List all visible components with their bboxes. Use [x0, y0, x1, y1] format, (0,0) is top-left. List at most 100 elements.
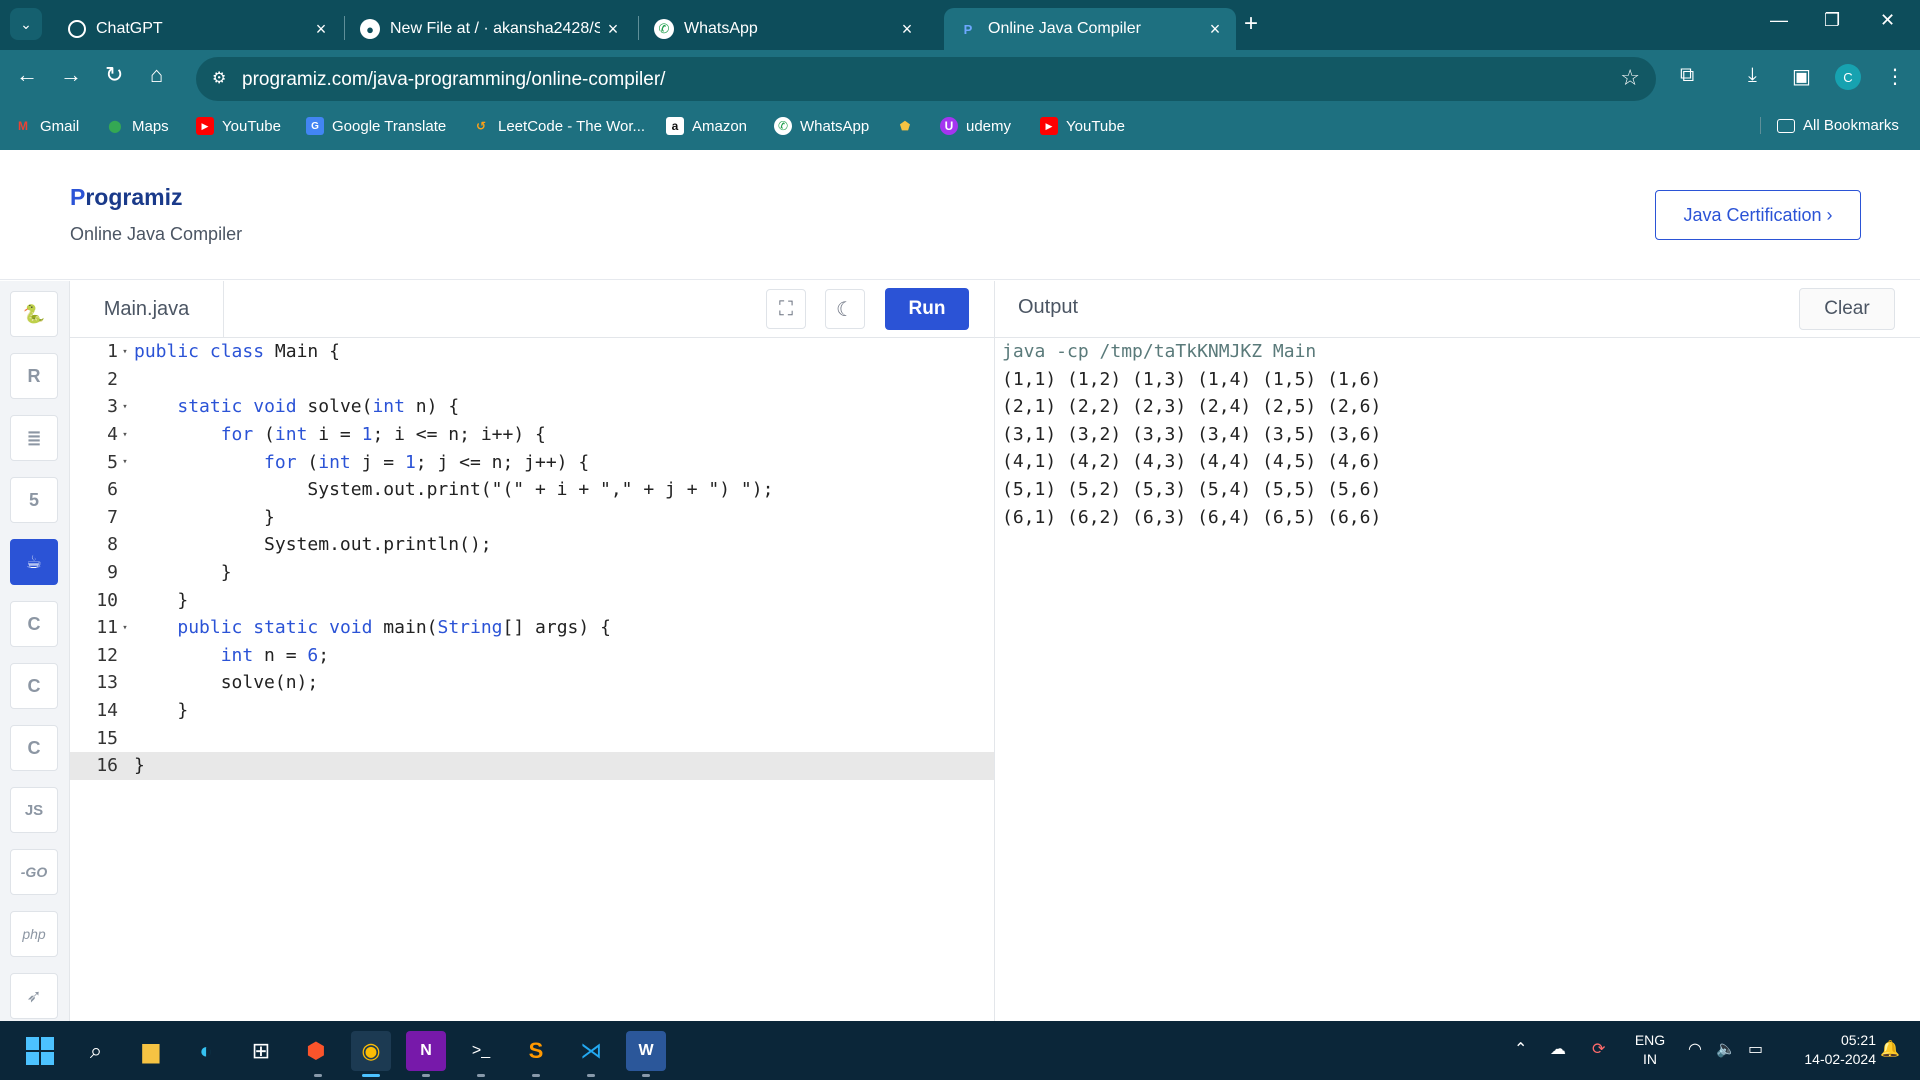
bookmark-google-translate[interactable]: G Google Translate: [306, 117, 446, 135]
volume-icon[interactable]: 🔈: [1716, 1039, 1736, 1059]
tab-chatgpt[interactable]: ChatGPT ×: [54, 8, 342, 50]
bookmark-label: YouTube: [222, 117, 281, 135]
line-number: 3: [107, 396, 118, 418]
fold-arrow-icon[interactable]: ▾: [118, 457, 132, 467]
edge-browser-icon[interactable]: ◐: [186, 1031, 226, 1071]
tab-search-button[interactable]: ⌄: [10, 8, 42, 40]
word-icon[interactable]: W: [626, 1031, 666, 1071]
javascript-icon[interactable]: JS: [10, 787, 58, 833]
tab-separator: [638, 16, 639, 40]
minimize-button[interactable]: —: [1770, 10, 1788, 31]
bookmark-maps[interactable]: ⬤ Maps: [106, 117, 168, 135]
restore-button[interactable]: ❐: [1824, 10, 1840, 31]
swift-icon[interactable]: ➶: [10, 973, 58, 1019]
shield-icon: ⬟: [899, 119, 911, 133]
fold-arrow-icon[interactable]: ▾: [118, 402, 132, 412]
battery-icon[interactable]: ▭: [1748, 1039, 1763, 1059]
bookmark-youtube[interactable]: ▶ YouTube: [196, 117, 281, 135]
bookmark-star-icon[interactable]: ☆: [1620, 65, 1640, 91]
tab-title: WhatsApp: [684, 20, 758, 37]
close-icon[interactable]: ×: [1202, 19, 1228, 40]
bookmark-amazon[interactable]: a Amazon: [666, 117, 747, 135]
bookmark-gmail[interactable]: M Gmail: [14, 117, 79, 135]
fold-arrow-icon[interactable]: ▾: [118, 347, 132, 357]
reload-icon[interactable]: ↻: [105, 62, 123, 88]
cpp-icon[interactable]: C: [10, 663, 58, 709]
vscode-icon[interactable]: ⋊: [571, 1031, 611, 1071]
file-explorer-icon[interactable]: ▆: [131, 1031, 171, 1071]
sync-icon[interactable]: ⟳: [1592, 1039, 1605, 1059]
clock[interactable]: 05:21 14-02-2024: [1780, 1031, 1876, 1069]
terminal-icon[interactable]: >_: [461, 1031, 501, 1071]
line-number: 16: [96, 755, 118, 777]
chrome-icon[interactable]: ◉: [351, 1031, 391, 1071]
extensions-icon[interactable]: ⧉: [1680, 64, 1694, 87]
bookmark-shield[interactable]: ⬟: [896, 117, 922, 135]
php-icon[interactable]: php: [10, 911, 58, 957]
dark-mode-moon-icon[interactable]: ☾: [825, 289, 865, 329]
bookmark-leetcode[interactable]: ↺ LeetCode - The Wor...: [472, 117, 645, 135]
site-info-icon[interactable]: ⚙: [212, 68, 226, 88]
c-lang-icon[interactable]: C: [10, 601, 58, 647]
programiz-logo[interactable]: Programiz: [70, 184, 182, 211]
running-indicator: [532, 1074, 540, 1077]
r-lang-icon[interactable]: R: [10, 353, 58, 399]
tab-github[interactable]: ● New File at / · akansha2428/Se ×: [346, 8, 634, 50]
fold-arrow-icon[interactable]: ▾: [118, 430, 132, 440]
close-icon[interactable]: ×: [308, 19, 334, 40]
tab-whatsapp[interactable]: ✆ WhatsApp ×: [640, 8, 928, 50]
forward-arrow-icon[interactable]: →: [60, 62, 82, 88]
address-bar[interactable]: ⚙ programiz.com/java-programming/online-…: [196, 57, 1656, 101]
fullscreen-icon[interactable]: ⛶: [766, 289, 806, 329]
java-certification-button[interactable]: Java Certification ›: [1655, 190, 1861, 240]
brave-browser-icon[interactable]: ⬢: [296, 1031, 336, 1071]
fold-arrow-icon[interactable]: ▾: [118, 623, 132, 633]
close-window-button[interactable]: ✕: [1880, 10, 1895, 31]
csharp-icon[interactable]: C: [10, 725, 58, 771]
wifi-icon[interactable]: ◠: [1688, 1039, 1702, 1059]
close-icon[interactable]: ×: [600, 19, 626, 40]
file-tab-main-java[interactable]: Main.java: [70, 281, 224, 338]
download-icon[interactable]: ⤓: [1748, 64, 1757, 87]
language-indicator[interactable]: ENG IN: [1630, 1031, 1670, 1069]
microsoft-store-icon[interactable]: ⊞: [241, 1031, 281, 1071]
code-line: 13 solve(n);: [70, 669, 994, 697]
udemy-icon: U: [940, 117, 958, 135]
all-bookmarks[interactable]: All Bookmarks: [1760, 117, 1899, 134]
bookmark-label: Amazon: [692, 117, 748, 135]
output-line: (3,1) (3,2) (3,3) (3,4) (3,5) (3,6): [1002, 423, 1382, 445]
home-icon[interactable]: ⌂: [150, 62, 163, 88]
line-number: 15: [96, 727, 118, 749]
code-line: 6 System.out.print("(" + i + "," + j + "…: [70, 476, 994, 504]
html5-icon[interactable]: 5: [10, 477, 58, 523]
clear-button[interactable]: Clear: [1799, 288, 1895, 330]
sublime-text-icon[interactable]: S: [516, 1031, 556, 1071]
github-icon: ●: [360, 19, 380, 39]
onedrive-cloud-icon[interactable]: ☁: [1550, 1039, 1566, 1059]
notification-bell-icon[interactable]: 🔔: [1880, 1039, 1900, 1059]
logo-letter: P: [70, 184, 86, 210]
back-arrow-icon[interactable]: ←: [16, 62, 38, 88]
close-icon[interactable]: ×: [894, 19, 920, 40]
python-icon[interactable]: 🐍: [10, 291, 58, 337]
more-menu-icon[interactable]: ⋮: [1885, 64, 1905, 89]
search-icon[interactable]: ⌕: [76, 1031, 116, 1071]
java-icon[interactable]: ☕: [10, 539, 58, 585]
whatsapp-icon: ✆: [774, 117, 792, 135]
bookmark-whatsapp[interactable]: ✆ WhatsApp: [774, 117, 869, 135]
code-editor[interactable]: 1 ▾ public class Main { 2 3 ▾ static void …: [70, 338, 994, 1021]
new-tab-button[interactable]: +: [1244, 10, 1258, 38]
side-panel-icon[interactable]: ▣: [1792, 64, 1811, 89]
bookmark-udemy[interactable]: U udemy: [940, 117, 1011, 135]
tab-online-java-compiler[interactable]: P Online Java Compiler ×: [944, 8, 1236, 50]
profile-avatar[interactable]: C: [1835, 64, 1861, 90]
onenote-icon[interactable]: N: [406, 1031, 446, 1071]
code-line: 3 ▾ static void solve(int n) {: [70, 393, 994, 421]
windows-start-icon[interactable]: [20, 1031, 60, 1071]
code-line: 7 }: [70, 504, 994, 532]
bookmark-youtube-2[interactable]: ▶ YouTube: [1040, 117, 1125, 135]
go-icon[interactable]: -GO: [10, 849, 58, 895]
run-button[interactable]: Run: [885, 288, 969, 330]
sql-database-icon[interactable]: ≣: [10, 415, 58, 461]
chevron-up-icon[interactable]: ⌃: [1514, 1039, 1527, 1059]
